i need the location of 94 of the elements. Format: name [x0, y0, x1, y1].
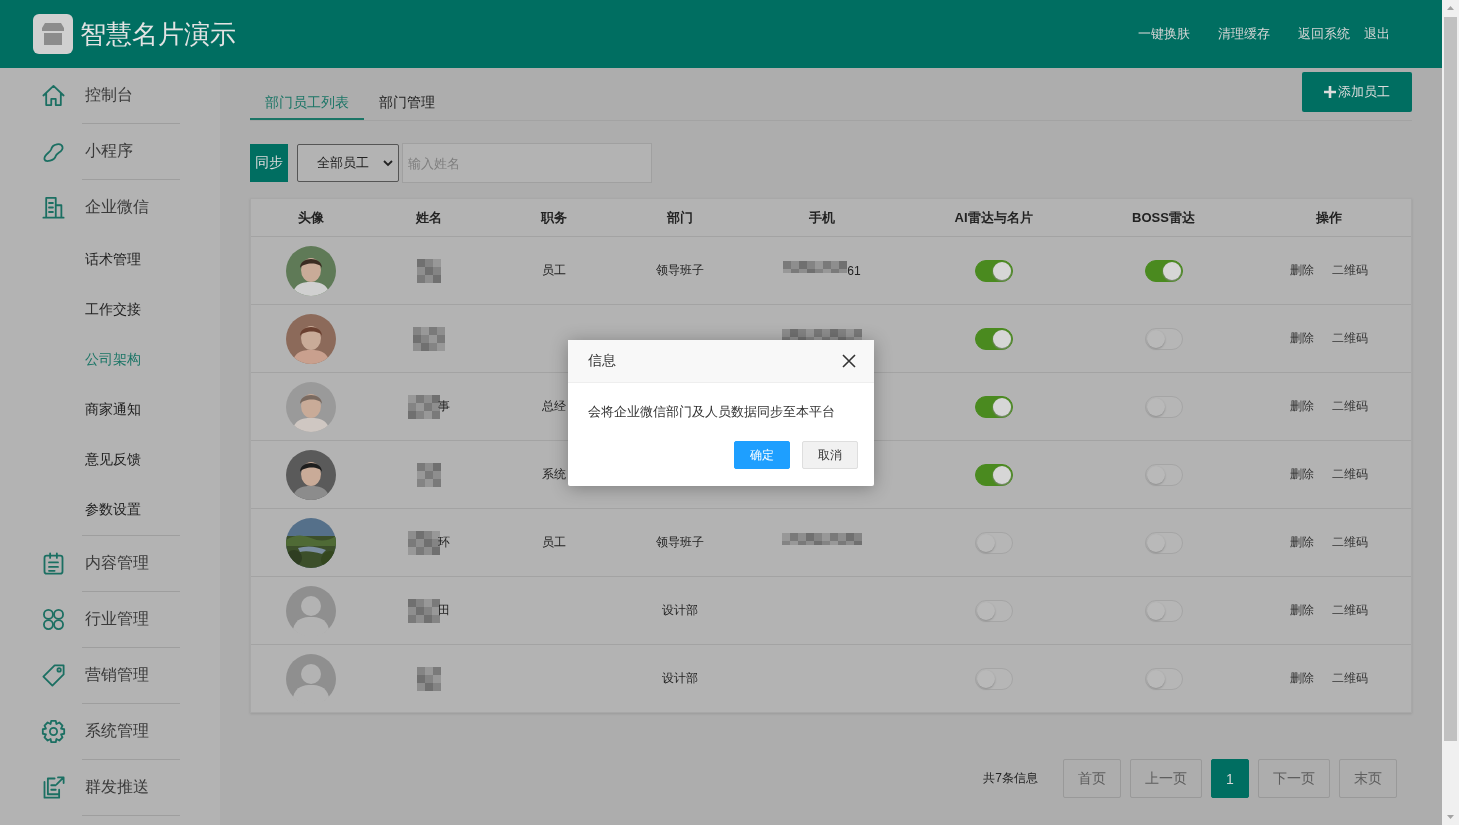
- department-text: 设计部: [661, 670, 698, 687]
- chevron-icon: [383, 159, 393, 167]
- action-link[interactable]: 二维码: [1331, 262, 1368, 279]
- avatar-icon: [286, 653, 336, 704]
- column-header: 姓名: [414, 208, 443, 227]
- total-count: 共7条信息: [983, 770, 1038, 787]
- column-header: 头像: [297, 208, 325, 227]
- close-icon[interactable]: [842, 354, 856, 368]
- sidebar-subitem[interactable]: 商家通知: [85, 401, 141, 419]
- toggle-switch[interactable]: [1144, 599, 1183, 622]
- gear-icon: [40, 718, 67, 745]
- action-link[interactable]: 删除: [1289, 534, 1314, 551]
- toggle-switch[interactable]: [974, 259, 1013, 282]
- toggle-switch[interactable]: [1144, 259, 1183, 282]
- page-button[interactable]: 1: [1211, 759, 1249, 798]
- department-text: 领导班子: [655, 262, 704, 279]
- sidebar-subitem[interactable]: 话术管理: [85, 251, 141, 269]
- department-text: 设计部: [661, 602, 698, 619]
- action-link[interactable]: 删除: [1289, 670, 1314, 687]
- toggle-switch[interactable]: [974, 327, 1013, 350]
- name-text: 环: [437, 534, 450, 551]
- toggle-switch[interactable]: [974, 463, 1013, 486]
- position-text: 员工: [541, 262, 566, 279]
- position-text: 系统: [541, 466, 566, 483]
- toggle-switch[interactable]: [974, 531, 1013, 554]
- sidebar-item[interactable]: 营销管理: [85, 665, 149, 686]
- tab[interactable]: 部门管理: [364, 87, 450, 120]
- home-icon: [40, 82, 67, 109]
- blurred-name-drawing: [416, 462, 441, 487]
- sidebar-subitem[interactable]: 意见反馈: [85, 451, 141, 469]
- header-link[interactable]: 返回系统: [1298, 25, 1350, 43]
- sidebar-item[interactable]: 企业微信: [85, 197, 149, 218]
- position-text: 总经: [541, 398, 566, 415]
- action-link[interactable]: 删除: [1289, 330, 1314, 347]
- header-link[interactable]: 清理缓存: [1218, 25, 1270, 43]
- toggle-switch[interactable]: [1144, 463, 1183, 486]
- blurred-name-drawing: [407, 598, 440, 623]
- action-link[interactable]: 二维码: [1331, 398, 1368, 415]
- sync-button[interactable]: 同步: [250, 144, 288, 182]
- toggle-switch[interactable]: [1144, 327, 1183, 350]
- sidebar-item[interactable]: 群发推送: [85, 777, 149, 798]
- sidebar-item[interactable]: 小程序: [85, 141, 133, 162]
- sidebar-item[interactable]: 系统管理: [85, 721, 149, 742]
- action-link[interactable]: 删除: [1289, 398, 1314, 415]
- four-circles-icon: [40, 606, 67, 633]
- header-link[interactable]: 一键换肤: [1138, 25, 1190, 43]
- position-text: 员工: [541, 534, 566, 551]
- action-link[interactable]: 删除: [1289, 466, 1314, 483]
- tag-icon: [40, 662, 67, 689]
- store-icon: [33, 14, 73, 54]
- action-link[interactable]: 二维码: [1331, 534, 1368, 551]
- sidebar-subitem[interactable]: 工作交接: [85, 301, 141, 319]
- action-link[interactable]: 二维码: [1331, 466, 1368, 483]
- plus-icon: [1324, 86, 1336, 98]
- building-icon: [40, 194, 67, 221]
- blurred-name-drawing: [416, 666, 441, 691]
- column-header: BOSS雷达: [1131, 208, 1196, 227]
- name-text: 事: [437, 398, 450, 415]
- blurred-name-drawing: [412, 326, 445, 351]
- avatar-icon: [286, 585, 336, 636]
- header-link[interactable]: 退出: [1364, 25, 1390, 43]
- sidebar-subitem[interactable]: 参数设置: [85, 501, 141, 519]
- sidebar-item[interactable]: 控制台: [85, 85, 133, 106]
- sidebar-item[interactable]: 内容管理: [85, 553, 149, 574]
- action-link[interactable]: 删除: [1289, 262, 1314, 279]
- cancel-button[interactable]: 取消: [802, 441, 858, 469]
- toggle-switch[interactable]: [974, 395, 1013, 418]
- department-text: 领导班子: [655, 534, 704, 551]
- toggle-switch[interactable]: [1144, 531, 1183, 554]
- toggle-switch[interactable]: [1144, 667, 1183, 690]
- add-employee-button[interactable]: 添加员工: [1302, 72, 1412, 112]
- blurred-name-drawing: [407, 394, 440, 419]
- blurred-name-drawing: [416, 258, 441, 283]
- action-link[interactable]: 二维码: [1331, 602, 1368, 619]
- column-header: 操作: [1314, 208, 1343, 227]
- toggle-switch[interactable]: [974, 599, 1013, 622]
- dialog-title: 信息: [588, 352, 616, 370]
- employee-select[interactable]: 全部员工: [297, 144, 399, 182]
- column-header: 部门: [665, 208, 694, 227]
- app-title: 智慧名片演示: [80, 17, 237, 51]
- action-link[interactable]: 二维码: [1331, 670, 1368, 687]
- dialog-message: 会将企业微信部门及人员数据同步至本平台: [587, 403, 836, 421]
- phone-text: 61: [847, 263, 861, 278]
- action-link[interactable]: 二维码: [1331, 330, 1368, 347]
- toggle-switch[interactable]: [974, 667, 1013, 690]
- toggle-switch[interactable]: [1144, 395, 1183, 418]
- column-header: 手机: [808, 208, 836, 227]
- action-link[interactable]: 删除: [1289, 602, 1314, 619]
- sidebar-item[interactable]: 行业管理: [85, 609, 149, 630]
- blurred-name-drawing: [407, 530, 440, 555]
- column-header: AI雷达与名片: [953, 208, 1034, 227]
- column-header: 职务: [539, 208, 568, 227]
- name-text: 田: [437, 602, 450, 619]
- scrollbar-drawing[interactable]: [1442, 0, 1459, 825]
